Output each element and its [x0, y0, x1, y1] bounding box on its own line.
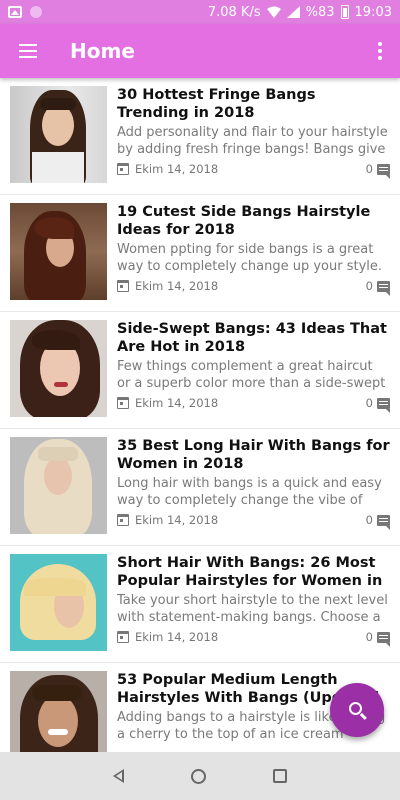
article-title[interactable]: Side-Swept Bangs: 43 Ideas That Are Hot …	[117, 320, 390, 356]
article-card[interactable]: 19 Cutest Side Bangs Hairstyle Ideas for…	[0, 195, 400, 312]
article-meta: Ekim 14, 2018 0	[117, 630, 390, 647]
article-meta: Ekim 14, 2018 0	[117, 162, 390, 179]
article-thumbnail[interactable]	[10, 437, 107, 534]
search-button[interactable]	[330, 683, 384, 737]
article-meta: Ekim 14, 2018 0	[117, 279, 390, 296]
search-icon	[349, 702, 362, 715]
image-notification-icon	[8, 6, 22, 18]
calendar-icon	[117, 514, 129, 526]
article-card[interactable]: Short Hair With Bangs: 26 Most Popular H…	[0, 546, 400, 663]
comment-count-value: 0	[365, 279, 373, 293]
article-date: Ekim 14, 2018	[135, 162, 219, 176]
wifi-icon	[266, 6, 281, 18]
comment-icon	[377, 514, 390, 530]
more-vert-icon[interactable]	[360, 24, 400, 78]
calendar-icon	[117, 163, 129, 175]
comment-count[interactable]: 0	[365, 513, 390, 530]
article-excerpt: Add personality and flair to your hairst…	[117, 125, 388, 157]
article-meta: Ekim 14, 2018 0	[117, 513, 390, 530]
article-title[interactable]: Short Hair With Bangs: 26 Most Popular H…	[117, 554, 390, 590]
article-thumbnail[interactable]	[10, 320, 107, 417]
article-excerpt: Few things complement a great haircut or…	[117, 359, 386, 391]
article-excerpt: Women ppting for side bangs is a great w…	[117, 242, 383, 274]
article-card[interactable]: 35 Best Long Hair With Bangs for Women i…	[0, 429, 400, 546]
hamburger-menu-icon[interactable]	[0, 24, 56, 78]
system-nav-bar	[0, 752, 400, 800]
comment-count-value: 0	[365, 630, 373, 644]
article-date: Ekim 14, 2018	[135, 396, 219, 410]
calendar-icon	[117, 631, 129, 643]
comment-icon	[377, 163, 390, 179]
article-thumbnail[interactable]	[10, 203, 107, 300]
article-thumbnail[interactable]	[10, 86, 107, 183]
home-icon[interactable]	[190, 768, 206, 784]
recent-apps-icon[interactable]	[272, 769, 287, 783]
article-thumbnail[interactable]	[10, 671, 107, 752]
article-date: Ekim 14, 2018	[135, 279, 219, 293]
page-title: Home	[70, 39, 135, 63]
article-title[interactable]: 19 Cutest Side Bangs Hairstyle Ideas for…	[117, 203, 390, 239]
article-excerpt: Take your short hairstyle to the next le…	[117, 593, 388, 625]
calendar-icon	[117, 280, 129, 292]
comment-count[interactable]: 0	[365, 630, 390, 647]
comment-count-value: 0	[365, 396, 373, 410]
article-list[interactable]: 30 Hottest Fringe Bangs Trending in 2018…	[0, 78, 400, 752]
comment-count[interactable]: 0	[365, 279, 390, 296]
comment-count-value: 0	[365, 513, 373, 527]
back-icon[interactable]	[113, 769, 125, 783]
battery-percent: %83	[305, 4, 335, 20]
comment-icon	[377, 280, 390, 296]
clock: 19:03	[354, 4, 392, 20]
article-title[interactable]: 30 Hottest Fringe Bangs Trending in 2018	[117, 86, 390, 122]
calendar-icon	[117, 397, 129, 409]
article-date: Ekim 14, 2018	[135, 630, 219, 644]
battery-icon	[340, 5, 349, 19]
app-notification-icon	[30, 6, 42, 18]
article-date: Ekim 14, 2018	[135, 513, 219, 527]
comment-icon	[377, 631, 390, 647]
status-bar: 7.08 K/s %83 19:03	[0, 0, 400, 24]
comment-count-value: 0	[365, 162, 373, 176]
comment-count[interactable]: 0	[365, 396, 390, 413]
article-excerpt: Long hair with bangs is a quick and easy…	[117, 476, 382, 508]
comment-count[interactable]: 0	[365, 162, 390, 179]
article-title[interactable]: 35 Best Long Hair With Bangs for Women i…	[117, 437, 390, 473]
article-card[interactable]: Side-Swept Bangs: 43 Ideas That Are Hot …	[0, 312, 400, 429]
network-speed: 7.08 K/s	[207, 4, 261, 20]
article-card[interactable]: 30 Hottest Fringe Bangs Trending in 2018…	[0, 78, 400, 195]
comment-icon	[377, 397, 390, 413]
article-meta: Ekim 14, 2018 0	[117, 396, 390, 413]
app-bar: Home	[0, 24, 400, 78]
article-thumbnail[interactable]	[10, 554, 107, 651]
signal-icon	[286, 6, 300, 18]
